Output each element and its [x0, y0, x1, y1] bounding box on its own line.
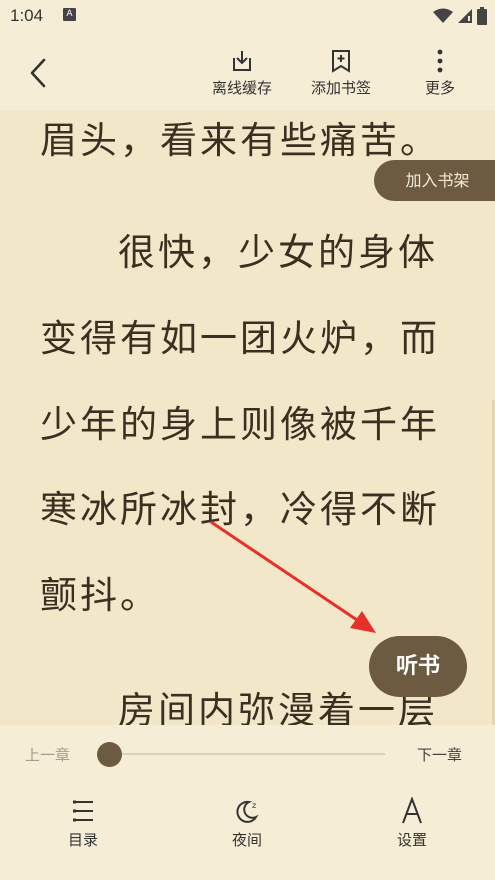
list-icon [73, 800, 93, 822]
reader-toolbar: 离线缓存 添加书签 更多 [0, 34, 495, 110]
previous-chapter-button[interactable]: 上一章 [25, 744, 70, 765]
text-line: 很快，少女的身体 [118, 231, 438, 274]
text-line: 颤抖。 [40, 574, 160, 617]
chapter-progress: 上一章 下一章 [0, 725, 495, 783]
add-to-shelf-button[interactable]: 加入书架 [374, 160, 495, 201]
text-line: 寒冰所冰封，冷得不断 [40, 488, 440, 531]
next-chapter-button[interactable]: 下一章 [417, 744, 462, 765]
signal-icon [458, 9, 472, 23]
bookmark-add-icon [332, 50, 350, 73]
svg-text:z: z [252, 801, 256, 810]
progress-slider-track[interactable] [110, 753, 385, 755]
moon-icon: z [236, 800, 259, 823]
status-bar: 1:04 A [0, 0, 495, 34]
more-label: 更多 [424, 79, 455, 97]
download-icon [233, 51, 251, 71]
text-line: 眉头，看来有些痛苦。 [40, 119, 440, 162]
offline-cache-button[interactable]: 离线缓存 [206, 48, 278, 98]
toc-label: 目录 [67, 831, 98, 849]
status-time: 1:04 [10, 6, 44, 25]
more-vertical-icon [437, 49, 443, 73]
wifi-icon [433, 8, 453, 23]
night-label: 夜间 [231, 831, 262, 849]
add-bookmark-button[interactable]: 添加书签 [305, 48, 377, 98]
bottom-nav: 目录 z 夜间 设置 [0, 783, 495, 880]
night-mode-button[interactable]: z 夜间 [212, 797, 282, 850]
offline-cache-label: 离线缓存 [211, 79, 272, 97]
back-arrow-icon[interactable] [24, 56, 54, 90]
notification-icon: A [63, 8, 76, 21]
text-line: 变得有如一团火炉，而 [40, 317, 440, 360]
reading-page[interactable]: 眉头，看来有些痛苦。 很快，少女的身体 变得有如一团火炉，而 少年的身上则像被千… [0, 110, 495, 725]
text-line: 少年的身上则像被千年 [40, 403, 440, 446]
settings-button[interactable]: 设置 [377, 797, 447, 850]
more-button[interactable]: 更多 [416, 48, 464, 98]
battery-icon [477, 7, 487, 25]
progress-slider-thumb[interactable] [97, 742, 122, 767]
status-icons [433, 6, 487, 26]
settings-label: 设置 [396, 831, 427, 849]
table-of-contents-button[interactable]: 目录 [48, 797, 118, 850]
add-bookmark-label: 添加书签 [310, 79, 371, 97]
font-icon [402, 797, 422, 824]
listen-button[interactable]: 听书 [369, 636, 467, 697]
